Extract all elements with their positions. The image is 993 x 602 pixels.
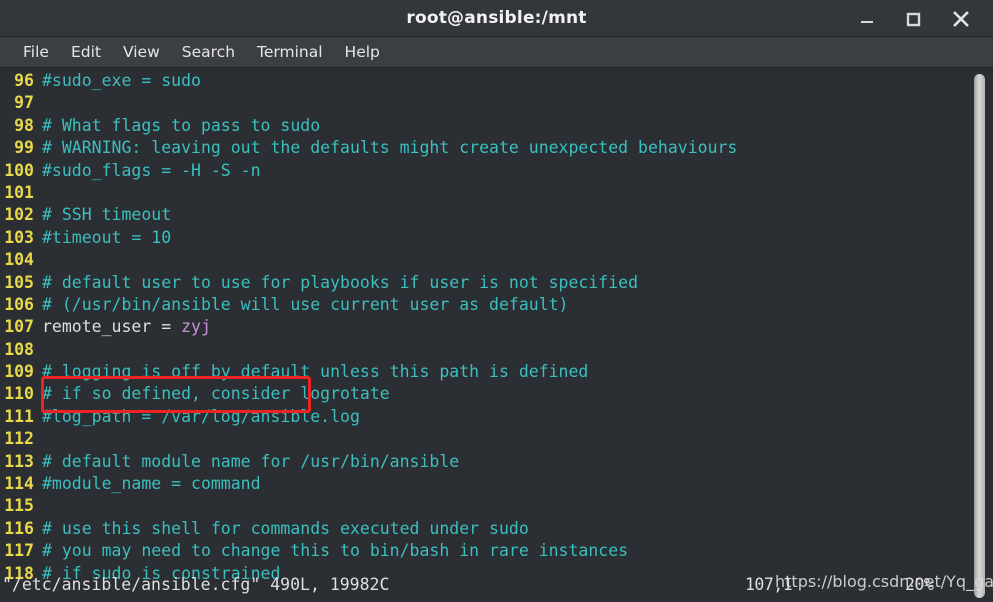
menu-item-terminal[interactable]: Terminal: [246, 41, 334, 64]
editor-buffer: 96 #sudo_exe = sudo 97 98 # What flags to pa…: [0, 70, 967, 602]
line-number: 98: [14, 115, 34, 135]
editor-line: 108: [0, 339, 967, 361]
code-segment-comment: # What flags to pass to sudo: [42, 115, 321, 135]
menu-item-edit[interactable]: Edit: [60, 41, 112, 64]
editor-line: 107 remote_user = zyj: [0, 316, 967, 338]
minimize-button[interactable]: [854, 6, 880, 32]
terminal-content[interactable]: 96 #sudo_exe = sudo 97 98 # What flags to pa…: [0, 68, 993, 602]
maximize-button[interactable]: [900, 6, 926, 32]
editor-line: 111 #log_path = /var/log/ansible.log: [0, 406, 967, 428]
editor-line: 116 # use this shell for commands execute…: [0, 518, 967, 540]
editor-line: 102 # SSH timeout: [0, 204, 967, 226]
code-segment-comment: # SSH timeout: [42, 205, 172, 225]
code-segment-comment: # if so defined, consider logrotate: [42, 384, 390, 404]
menu-item-file[interactable]: File: [12, 41, 60, 64]
code-segment-comment: # use this shell for commands executed u…: [42, 518, 529, 538]
window-title: root@ansible:/mnt: [406, 8, 587, 28]
code-segment-comment: # default user to use for playbooks if u…: [42, 272, 639, 292]
editor-line: 105 # default user to use for playbooks i…: [0, 272, 967, 294]
menu-item-help[interactable]: Help: [334, 41, 391, 64]
line-number: 116: [4, 518, 34, 538]
line-number: 97: [14, 93, 34, 113]
editor-line: 101: [0, 182, 967, 204]
line-number: 114: [4, 474, 34, 494]
status-scroll-percent: 20%: [905, 575, 934, 594]
editor-line: 114 #module_name = command: [0, 473, 967, 495]
close-button[interactable]: [948, 6, 974, 32]
editor-line: 97: [0, 92, 967, 114]
editor-line: 100 #sudo_flags = -H -S -n: [0, 160, 967, 182]
line-number: 110: [4, 384, 34, 404]
editor-line: 117 # you may need to change this to bin/…: [0, 540, 967, 562]
editor-line: 98 # What flags to pass to sudo: [0, 115, 967, 137]
line-number: 96: [14, 71, 34, 90]
code-segment-comment: #log_path = /var/log/ansible.log: [42, 406, 360, 426]
line-number: 105: [4, 272, 34, 292]
code-segment-comment: #sudo_exe = sudo: [42, 71, 201, 90]
line-number: 117: [4, 541, 34, 561]
status-file-info: "/etc/ansible/ansible.cfg" 490L, 19982C: [2, 575, 390, 594]
vim-status-line: "/etc/ansible/ansible.cfg" 490L, 19982C …: [0, 573, 967, 597]
code-segment-value: zyj: [181, 317, 211, 337]
menu-bar: File Edit View Search Terminal Help: [0, 37, 993, 68]
menu-item-view[interactable]: View: [112, 41, 171, 64]
code-segment-comment: # (/usr/bin/ansible will use current use…: [42, 294, 569, 314]
editor-line: 103 #timeout = 10: [0, 227, 967, 249]
code-segment-comment: # WARNING: leaving out the defaults migh…: [42, 138, 738, 158]
scrollbar-track[interactable]: [967, 68, 993, 602]
line-number: 106: [4, 294, 34, 314]
editor-line: 112: [0, 428, 967, 450]
line-number: 108: [4, 339, 34, 359]
code-segment-plain: remote_user =: [42, 317, 182, 337]
status-cursor-position: 107,1: [745, 575, 793, 594]
code-segment-comment: #timeout = 10: [42, 227, 172, 247]
line-number: 109: [4, 362, 34, 382]
editor-line: 99 # WARNING: leaving out the defaults mi…: [0, 137, 967, 159]
line-number: 101: [4, 182, 34, 202]
menu-item-search[interactable]: Search: [171, 41, 246, 64]
line-number: 103: [4, 227, 34, 247]
terminal-window: root@ansible:/mnt File Edit View Search …: [0, 0, 993, 602]
code-segment-comment: # default module name for /usr/bin/ansib…: [42, 451, 460, 471]
line-number: 102: [4, 205, 34, 225]
line-number: 104: [4, 250, 34, 270]
line-number: 112: [4, 429, 34, 449]
editor-line: 110 # if so defined, consider logrotate: [0, 383, 967, 405]
editor-line: 96 #sudo_exe = sudo: [0, 70, 967, 92]
editor-line: 109 # logging is off by default unless th…: [0, 361, 967, 383]
scrollbar-thumb[interactable]: [974, 74, 985, 598]
line-number: 100: [4, 160, 34, 180]
line-number: 99: [14, 138, 34, 158]
line-number: 107: [4, 317, 34, 337]
code-segment-comment: #sudo_flags = -H -S -n: [42, 160, 261, 180]
line-number: 113: [4, 451, 34, 471]
line-number: 111: [4, 406, 34, 426]
editor-line: 104: [0, 249, 967, 271]
editor-line: 113 # default module name for /usr/bin/an…: [0, 451, 967, 473]
code-segment-comment: #module_name = command: [42, 474, 261, 494]
editor-line: 115: [0, 495, 967, 517]
title-bar: root@ansible:/mnt: [0, 0, 993, 37]
code-segment-comment: # logging is off by default unless this …: [42, 362, 589, 382]
line-number: 115: [4, 496, 34, 516]
editor-line: 106 # (/usr/bin/ansible will use current …: [0, 294, 967, 316]
code-segment-comment: # you may need to change this to bin/bas…: [42, 541, 629, 561]
